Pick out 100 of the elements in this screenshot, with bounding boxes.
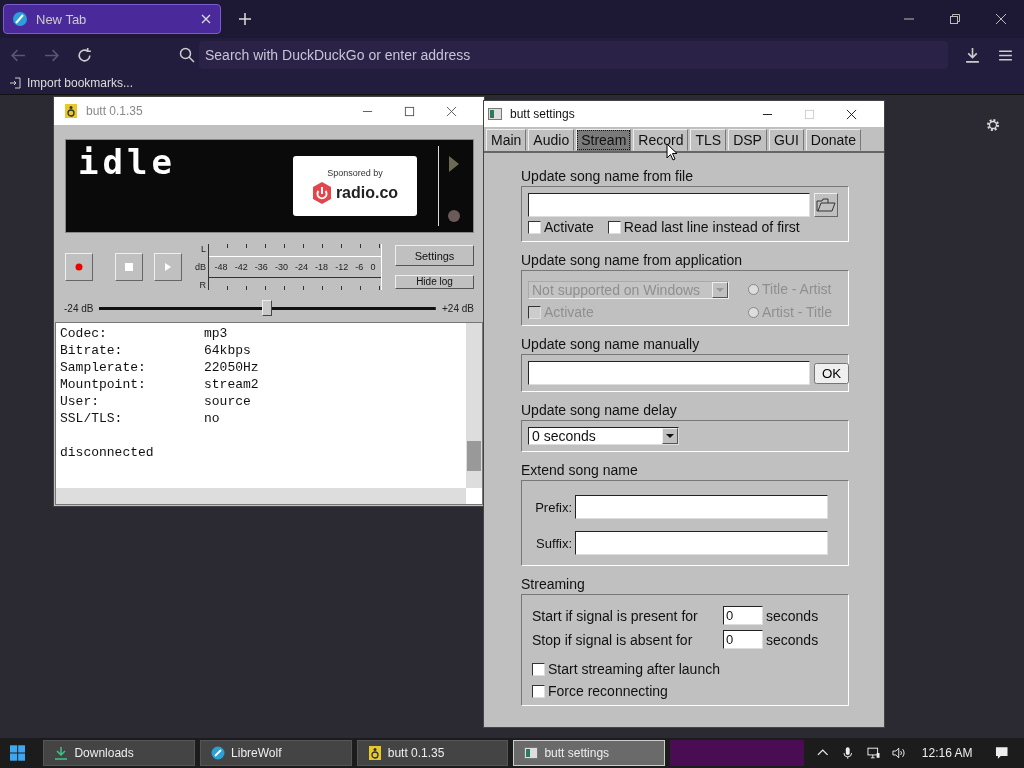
meter-tick-label: -24 — [295, 262, 308, 272]
clock[interactable]: 12:16 AM — [921, 746, 973, 760]
group-heading: Update song name from file — [521, 168, 693, 184]
checkbox[interactable] — [607, 220, 621, 234]
checkbox-label: Read last line instead of first — [623, 219, 800, 235]
file-path-field[interactable] — [528, 193, 810, 217]
field-label: Stop if signal is absent for — [532, 631, 694, 648]
hide-log-button[interactable]: Hide log — [395, 275, 474, 289]
play-icon — [164, 263, 172, 271]
checkbox-label: Force reconnecting — [548, 683, 668, 699]
record-button[interactable] — [65, 253, 93, 281]
group-heading: Update song name delay — [521, 402, 677, 418]
settings-tab[interactable]: DSP — [728, 129, 767, 151]
seconds-field[interactable]: 0 — [723, 630, 763, 649]
log-value: 64kbps — [204, 343, 251, 360]
horizontal-scrollbar[interactable] — [56, 488, 466, 504]
reload-icon[interactable] — [76, 46, 93, 64]
window-icon — [524, 746, 539, 760]
meter-tick-label: -12 — [335, 262, 349, 272]
browse-button[interactable] — [814, 193, 838, 217]
speaker-icon — [367, 746, 382, 760]
meter-tick-label: -6 — [355, 262, 364, 272]
new-tab-icon[interactable] — [238, 12, 252, 26]
start-icon[interactable] — [10, 745, 26, 761]
stop-icon — [125, 263, 133, 271]
import-icon — [9, 77, 21, 89]
log-message: disconnected — [60, 445, 154, 462]
window-title: butt settings — [510, 107, 575, 121]
meter-label: R — [199, 280, 206, 290]
restore-icon[interactable] — [949, 13, 961, 25]
stop-button[interactable] — [115, 253, 143, 281]
settings-tab[interactable]: Stream — [576, 129, 632, 151]
close-icon[interactable] — [995, 13, 1007, 25]
group-heading: Extend song name — [521, 462, 638, 478]
meter-tick-label: 0 — [370, 262, 376, 272]
slider-thumb[interactable] — [261, 300, 272, 316]
text-field[interactable] — [575, 531, 828, 555]
vertical-scrollbar[interactable] — [466, 323, 482, 488]
checkbox-label: Activate — [544, 219, 594, 235]
meter-label: dB — [195, 262, 206, 272]
log-key: SSL/TLS: — [60, 411, 204, 428]
maximize-icon — [804, 108, 815, 120]
meter-tick-label: -36 — [254, 262, 268, 272]
field-label: Start if signal is present for — [532, 607, 699, 624]
notification-icon[interactable] — [994, 746, 1009, 760]
song-name-field[interactable] — [528, 361, 810, 385]
taskbar-button[interactable]: butt settings — [513, 740, 666, 766]
record-icon — [75, 263, 83, 271]
mouse-cursor-icon — [666, 143, 678, 161]
settings-tab[interactable]: Audio — [528, 129, 575, 151]
download-icon — [54, 746, 69, 760]
settings-tab[interactable]: Donate — [805, 129, 861, 151]
status-text: idle — [78, 142, 176, 182]
volume-icon[interactable] — [892, 746, 906, 760]
group-heading: Update song name from application — [521, 252, 743, 268]
globe-icon — [211, 746, 226, 760]
taskbar-button[interactable]: Downloads — [43, 740, 196, 766]
settings-tab[interactable]: GUI — [768, 129, 804, 151]
taskbar-button[interactable]: LibreWolf — [200, 740, 352, 766]
browser-tab[interactable]: New Tab — [3, 4, 221, 34]
log-value: source — [204, 394, 251, 411]
group-heading: Update song name manually — [521, 336, 700, 352]
maximize-icon[interactable] — [404, 105, 415, 117]
power-hexagon-icon — [311, 182, 332, 204]
meter-label: L — [201, 244, 206, 254]
log-key: User: — [60, 394, 204, 411]
search-icon — [179, 47, 195, 63]
settings-icon[interactable] — [985, 117, 1001, 133]
settings-tab[interactable]: Main — [486, 129, 527, 151]
settings-button[interactable]: Settings — [395, 245, 474, 266]
group-heading: Streaming — [521, 576, 585, 592]
log-key: Mountpoint: — [60, 377, 204, 394]
checkbox-label: Start streaming after launch — [548, 661, 720, 677]
meter-tick-label: -30 — [274, 262, 288, 272]
address-field[interactable]: Search with DuckDuckGo or enter address — [199, 41, 948, 69]
seconds-field[interactable]: 0 — [723, 606, 763, 625]
close-icon[interactable] — [846, 108, 857, 120]
log-value: no — [204, 411, 220, 428]
ok-button[interactable]: OK — [814, 362, 850, 384]
settings-tab[interactable]: TLS — [690, 129, 727, 151]
microphone-icon[interactable] — [841, 746, 855, 760]
log-value: 22050Hz — [204, 360, 259, 377]
log-value: stream2 — [204, 377, 259, 394]
sponsor-label: Sponsored by — [327, 168, 383, 178]
bookmark-link[interactable]: Import bookmarks... — [27, 76, 134, 90]
download-icon[interactable] — [964, 46, 981, 64]
taskbar-button[interactable]: butt 0.1.35 — [356, 740, 509, 766]
text-field[interactable] — [575, 495, 828, 519]
meter-tick-label: -48 — [214, 262, 228, 272]
speaker-icon — [64, 104, 78, 118]
network-icon[interactable] — [866, 746, 881, 760]
log-key: Samplerate: — [60, 360, 204, 377]
caret-icon — [716, 286, 724, 294]
checkbox[interactable] — [532, 684, 545, 698]
delay-dropdown[interactable]: 0 seconds — [528, 427, 679, 445]
checkbox[interactable] — [532, 662, 545, 676]
checkbox[interactable] — [528, 220, 541, 234]
log-key: Codec: — [60, 326, 204, 343]
slider-min-label: -24 dB — [64, 302, 94, 314]
play-button[interactable] — [154, 253, 182, 281]
